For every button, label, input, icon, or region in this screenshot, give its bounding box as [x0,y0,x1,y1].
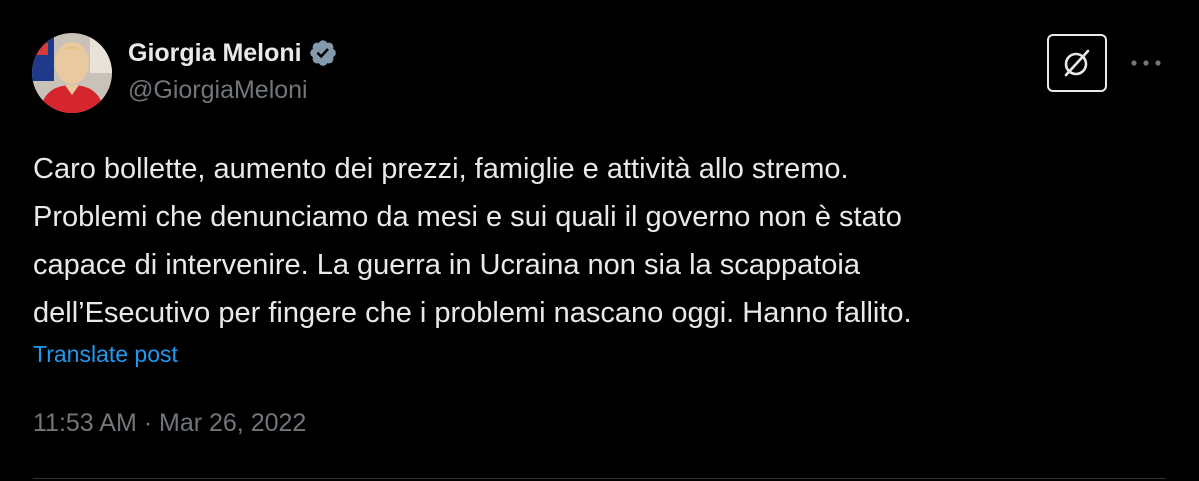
tweet-text: Caro bollette, aumento dei prezzi, famig… [33,145,1153,337]
tweet-text-line: capace di intervenire. La guerra in Ucra… [33,249,860,281]
display-name[interactable]: Giorgia Meloni [128,39,302,68]
verified-badge-icon[interactable] [308,38,338,68]
grok-button[interactable] [1047,34,1107,92]
timestamp[interactable]: 11:53 AM · Mar 26, 2022 [33,409,306,438]
more-options-button[interactable] [1126,46,1166,80]
translate-post-link[interactable]: Translate post [33,341,178,368]
more-icon [1131,60,1161,66]
tweet-text-line: dell’Esecutivo per fingere che i problem… [33,297,912,329]
divider [33,478,1166,479]
author-handle[interactable]: @GiorgiaMeloni [128,76,308,105]
grok-icon [1064,49,1090,77]
tweet-text-line: Caro bollette, aumento dei prezzi, famig… [33,153,849,185]
name-row: Giorgia Meloni [128,36,338,70]
tweet-text-line: Problemi che denunciamo da mesi e sui qu… [33,201,902,233]
avatar[interactable] [32,33,112,113]
avatar-image [32,33,112,113]
